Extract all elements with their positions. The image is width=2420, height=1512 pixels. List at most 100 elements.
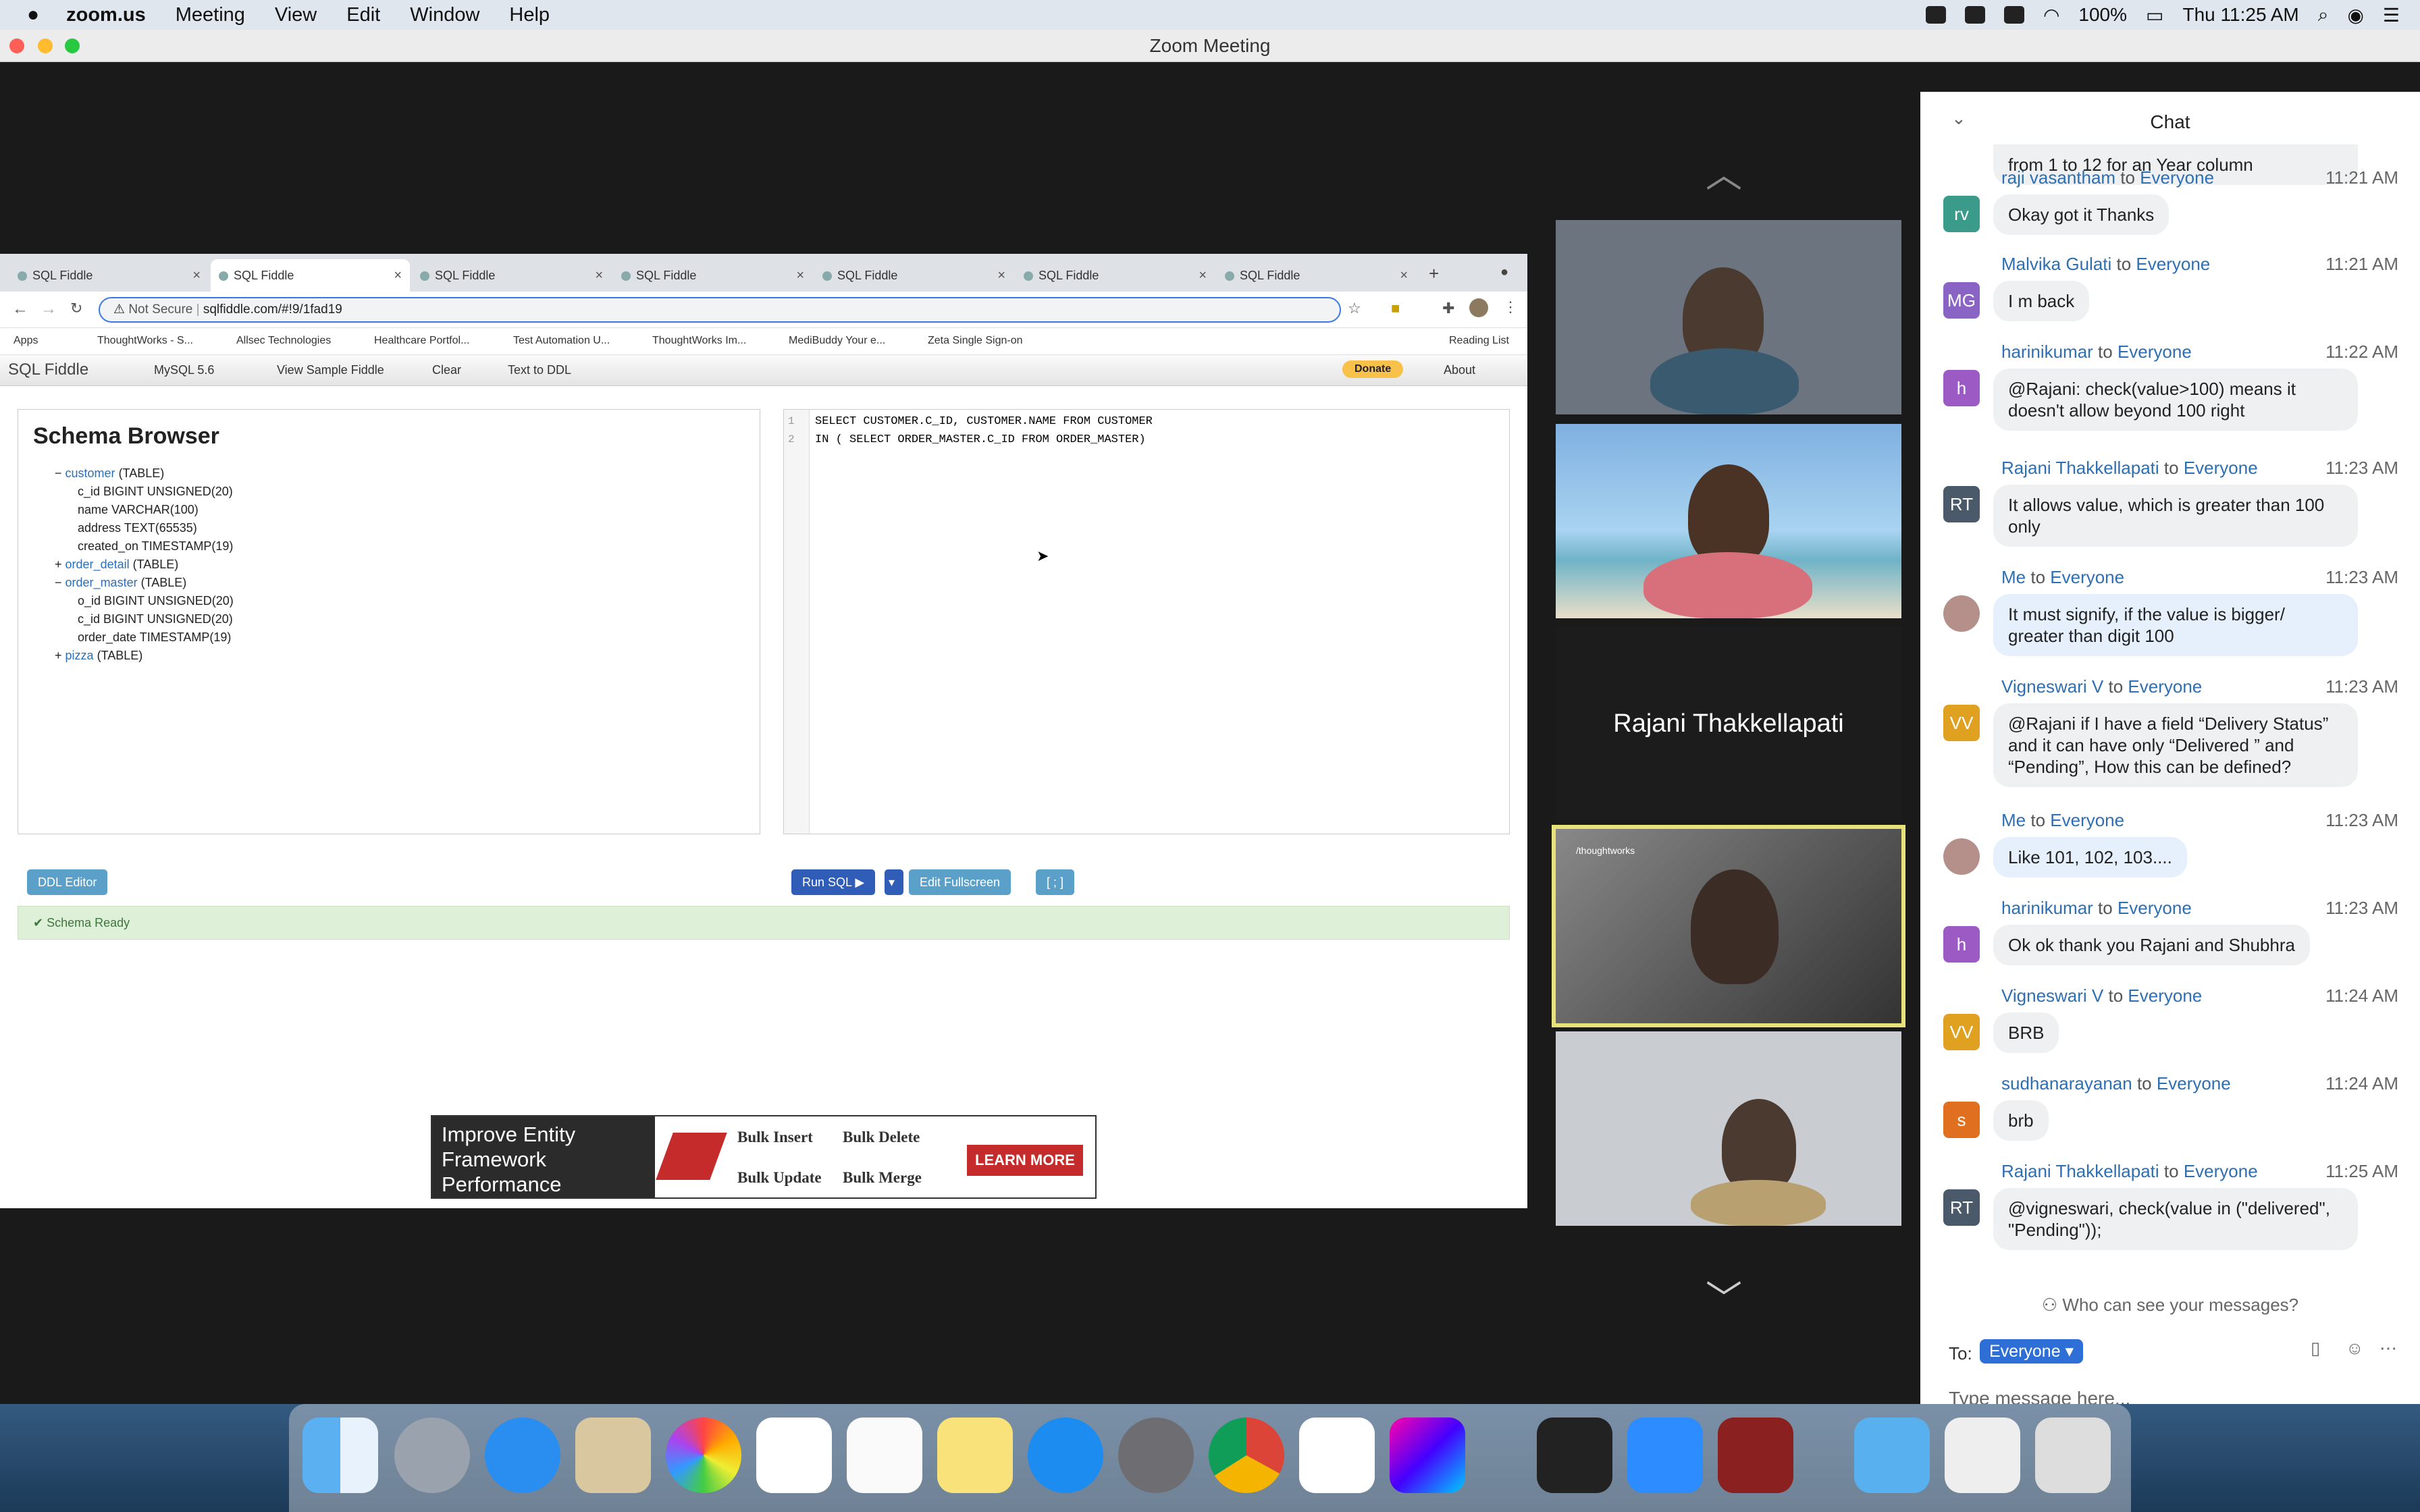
- intellij-icon[interactable]: [1390, 1418, 1465, 1493]
- menu-help[interactable]: Help: [509, 4, 550, 26]
- sender-name[interactable]: Me: [2001, 567, 2026, 587]
- forward-icon[interactable]: →: [41, 300, 57, 319]
- bookmark-item[interactable]: ThoughtWorks Im...: [652, 335, 746, 347]
- calendar-icon[interactable]: [756, 1418, 832, 1493]
- query-separator-button[interactable]: [ ; ]: [1036, 869, 1075, 895]
- browser-tab-active[interactable]: SQL Fiddle ×: [211, 259, 410, 292]
- safari-icon[interactable]: [485, 1418, 560, 1493]
- expand-toggle-icon[interactable]: +: [55, 558, 62, 571]
- advertisement-banner[interactable]: Improve Entity Framework Performance Bul…: [431, 1115, 1097, 1199]
- photos-icon[interactable]: [666, 1418, 741, 1493]
- launchpad-icon[interactable]: [394, 1418, 470, 1493]
- profile-avatar[interactable]: [1469, 298, 1488, 317]
- trash-icon[interactable]: [2035, 1418, 2111, 1493]
- system-preferences-icon[interactable]: [1118, 1418, 1194, 1493]
- file-icon[interactable]: ▯: [2311, 1338, 2320, 1359]
- bookmark-apps[interactable]: Apps: [14, 335, 38, 347]
- emoji-icon[interactable]: ☺: [2346, 1338, 2364, 1359]
- ddl-editor-button[interactable]: DDL Editor: [27, 869, 108, 895]
- sender-name[interactable]: harinikumar: [2001, 342, 2093, 362]
- run-sql-button[interactable]: Run SQL ▶: [791, 869, 876, 895]
- close-tab-icon[interactable]: ×: [192, 259, 201, 292]
- reminders-icon[interactable]: [847, 1418, 922, 1493]
- table-name[interactable]: order_master: [65, 576, 138, 589]
- notes-icon[interactable]: [937, 1418, 1013, 1493]
- input-source-icon[interactable]: [2003, 6, 2024, 24]
- view-sample-fiddle-button[interactable]: View Sample Fiddle: [277, 363, 384, 377]
- downloads-folder-icon[interactable]: [1854, 1418, 1930, 1493]
- dictionary-icon[interactable]: [1718, 1418, 1793, 1493]
- run-sql-dropdown-icon[interactable]: ▾: [885, 869, 903, 895]
- expand-toggle-icon[interactable]: −: [55, 576, 62, 589]
- browser-tab[interactable]: SQL Fiddle ×: [1217, 259, 1416, 292]
- sender-name[interactable]: Vigneswari V: [2001, 676, 2103, 697]
- video-tile[interactable]: [1556, 1031, 1901, 1226]
- edit-fullscreen-button[interactable]: Edit Fullscreen: [909, 869, 1011, 895]
- expand-toggle-icon[interactable]: −: [55, 466, 62, 480]
- back-icon[interactable]: ←: [12, 300, 28, 319]
- video-tile-speaking[interactable]: /thoughtworks: [1552, 825, 1905, 1027]
- bookmark-item[interactable]: Test Automation U...: [513, 335, 610, 347]
- about-button[interactable]: About: [1444, 363, 1475, 377]
- url-input[interactable]: ⚠ Not Secure | sqlfiddle.com/#!9/1fad19: [99, 297, 1341, 323]
- donate-button[interactable]: Donate: [1342, 360, 1404, 378]
- menu-view[interactable]: View: [275, 4, 317, 26]
- close-window-button[interactable]: [9, 38, 24, 53]
- zoom-window-button[interactable]: [65, 38, 80, 53]
- skype-icon[interactable]: [1964, 6, 1985, 24]
- browser-tab[interactable]: SQL Fiddle ×: [412, 259, 611, 292]
- extensions-puzzle-icon[interactable]: ✚: [1442, 300, 1454, 317]
- recipient-dropdown[interactable]: Everyone ▾: [1980, 1339, 2084, 1364]
- menu-app[interactable]: zoom.us: [66, 4, 146, 26]
- zoom-status-icon[interactable]: [1925, 6, 1946, 24]
- reload-icon[interactable]: ↻: [70, 300, 82, 317]
- sqlfiddle-logo[interactable]: SQL Fiddle: [8, 360, 88, 379]
- schema-table-node[interactable]: − order_master (TABLE): [55, 576, 186, 590]
- code-line[interactable]: SELECT CUSTOMER.C_ID, CUSTOMER.NAME FROM…: [815, 415, 1153, 428]
- sender-name[interactable]: Rajani Thakkellapati: [2001, 1161, 2159, 1181]
- browser-menu-icon[interactable]: ⋮: [1503, 298, 1518, 316]
- active-speaker-name[interactable]: Rajani Thakkellapati: [1556, 626, 1901, 821]
- video-tile[interactable]: [1556, 424, 1901, 618]
- clear-button[interactable]: Clear: [432, 363, 461, 377]
- learn-more-button[interactable]: LEARN MORE: [967, 1145, 1083, 1176]
- bookmark-item[interactable]: Healthcare Portfol...: [374, 335, 469, 347]
- browser-tab[interactable]: SQL Fiddle ×: [9, 259, 209, 292]
- who-can-see-link[interactable]: ⚇ Who can see your messages?: [1920, 1295, 2420, 1316]
- reading-list[interactable]: Reading List: [1449, 335, 1509, 347]
- menu-meeting[interactable]: Meeting: [176, 4, 245, 26]
- schema-table-node[interactable]: + order_detail (TABLE): [55, 558, 178, 572]
- minimize-window-button[interactable]: [38, 38, 53, 53]
- close-tab-icon[interactable]: ×: [1199, 259, 1207, 292]
- schema-table-node[interactable]: − customer (TABLE): [55, 466, 164, 481]
- sender-name[interactable]: sudhanarayanan: [2001, 1073, 2132, 1094]
- battery-icon[interactable]: ▭: [2146, 4, 2163, 26]
- slack-icon[interactable]: [1299, 1418, 1375, 1493]
- bookmark-item[interactable]: Zeta Single Sign-on: [928, 335, 1023, 347]
- scroll-up-icon[interactable]: ︿: [1706, 144, 1742, 198]
- terminal-icon[interactable]: [1537, 1418, 1612, 1493]
- siri-icon[interactable]: ◉: [2347, 4, 2363, 26]
- collapse-chat-icon[interactable]: ⌄: [1951, 108, 1966, 129]
- new-tab-icon[interactable]: +: [1429, 263, 1439, 284]
- sender-name[interactable]: Vigneswari V: [2001, 986, 2103, 1006]
- browser-tab[interactable]: SQL Fiddle ×: [1016, 259, 1215, 292]
- menu-edit[interactable]: Edit: [346, 4, 380, 26]
- clock[interactable]: Thu 11:25 AM: [2183, 4, 2299, 26]
- extension-icon[interactable]: ■: [1391, 300, 1400, 317]
- close-tab-icon[interactable]: ×: [394, 259, 402, 292]
- sender-name[interactable]: Me: [2001, 810, 2026, 830]
- wifi-icon[interactable]: ◠: [2043, 4, 2059, 26]
- sender-name[interactable]: raji vasantham: [2001, 167, 2115, 188]
- scroll-down-icon[interactable]: ﹀: [1706, 1269, 1742, 1322]
- sql-editor[interactable]: 1 2 SELECT CUSTOMER.C_ID, CUSTOMER.NAME …: [783, 409, 1510, 834]
- bookmark-star-icon[interactable]: ☆: [1348, 300, 1361, 317]
- apple-icon[interactable]: ●: [27, 3, 39, 26]
- app-store-icon[interactable]: [1028, 1418, 1103, 1493]
- tab-search-icon[interactable]: ●: [1500, 265, 1508, 280]
- table-name[interactable]: order_detail: [65, 558, 130, 571]
- close-tab-icon[interactable]: ×: [796, 259, 804, 292]
- table-name[interactable]: customer: [65, 466, 115, 480]
- spotlight-icon[interactable]: ⌕: [2318, 4, 2329, 26]
- menu-window[interactable]: Window: [410, 4, 479, 26]
